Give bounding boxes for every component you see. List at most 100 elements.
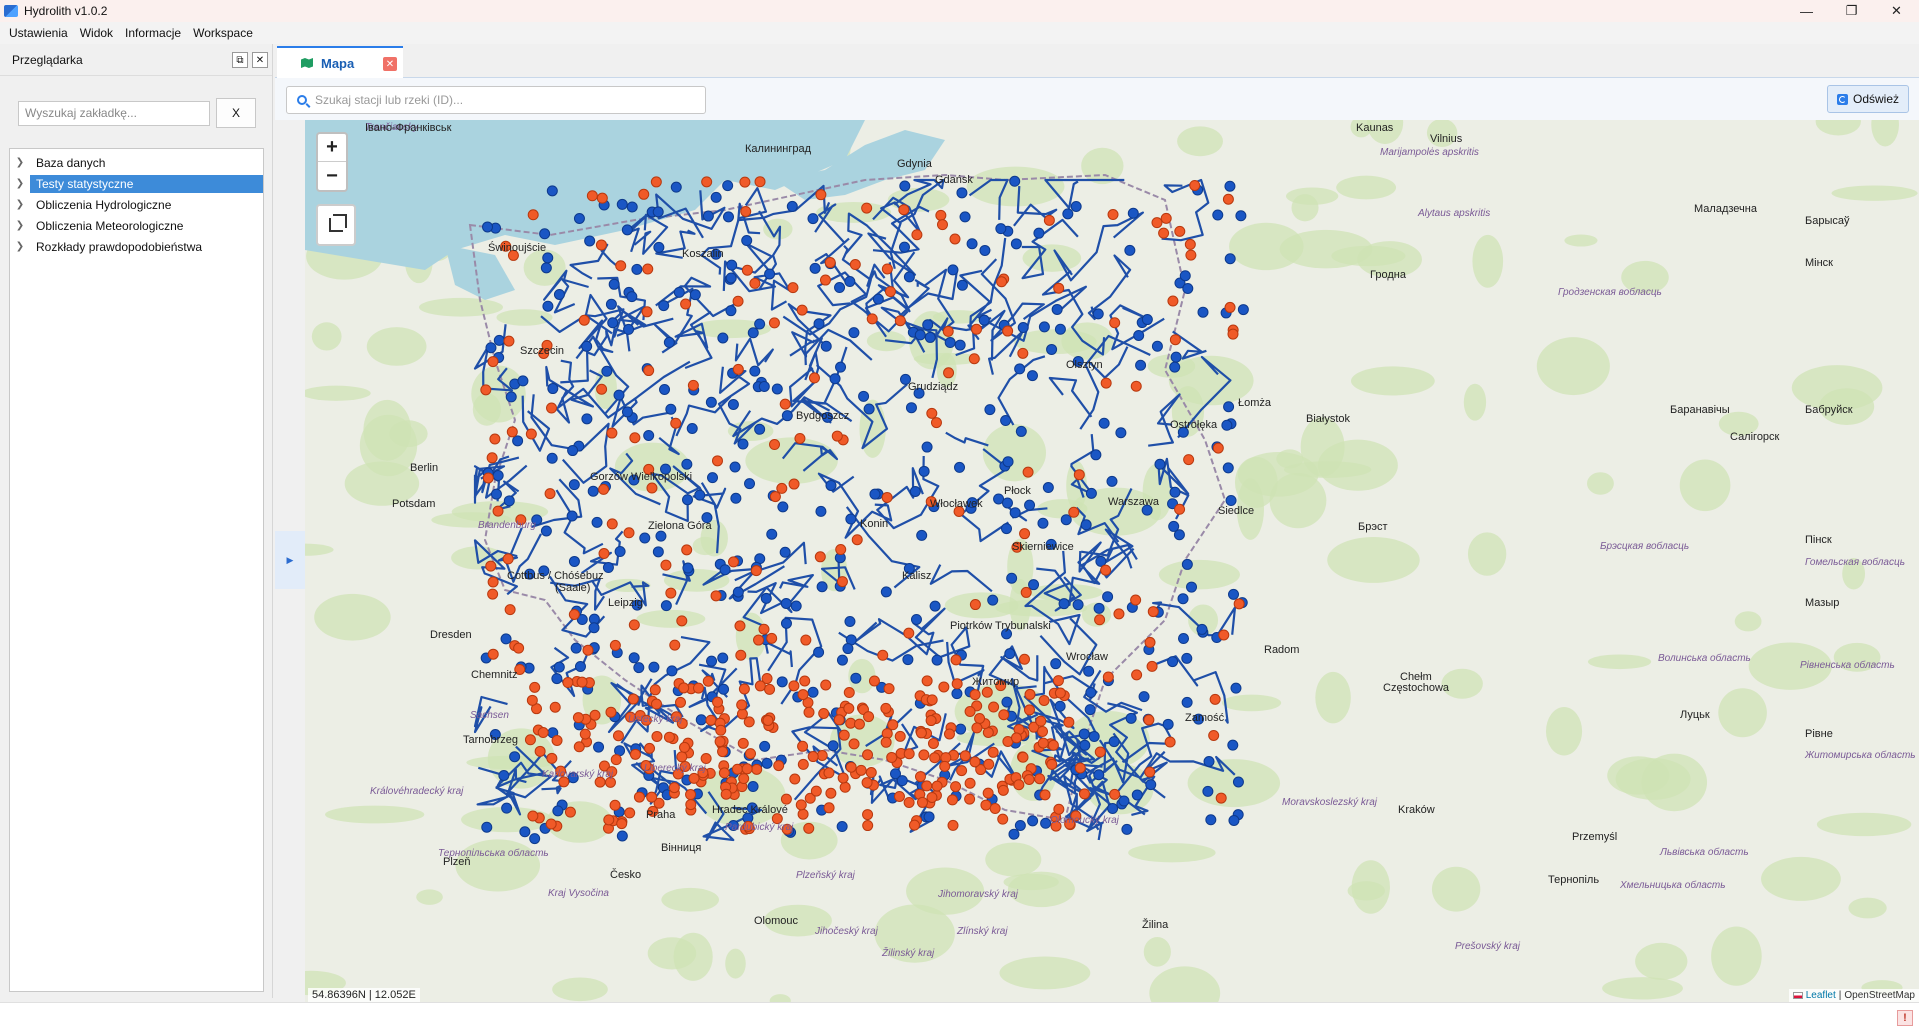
station-marker-orange xyxy=(737,737,749,749)
station-marker-blue xyxy=(1154,458,1166,470)
station-marker-orange xyxy=(676,751,688,763)
forest-patch xyxy=(1734,611,1762,632)
zoom-in-button[interactable]: + xyxy=(318,134,346,162)
chevron-right-icon[interactable]: ❯ xyxy=(10,241,30,252)
menu-ustawienia[interactable]: Ustawienia xyxy=(3,26,74,40)
station-marker-blue xyxy=(1151,340,1163,352)
station-marker-blue xyxy=(1225,495,1237,507)
station-marker-blue xyxy=(809,262,821,274)
leaflet-link[interactable]: Leaflet xyxy=(1806,990,1836,1001)
tab-close-icon[interactable]: ✕ xyxy=(383,57,397,71)
refresh-label: Odśwież xyxy=(1852,92,1899,106)
station-marker-orange xyxy=(908,819,920,831)
station-search-input[interactable] xyxy=(315,93,695,107)
station-marker-orange xyxy=(795,799,807,811)
forest-patch xyxy=(1761,856,1841,901)
close-window-button[interactable]: ✕ xyxy=(1874,0,1919,22)
station-marker-orange xyxy=(1227,328,1239,340)
forest-patch xyxy=(1279,229,1373,269)
station-marker-orange xyxy=(818,707,830,719)
clear-search-button[interactable]: X xyxy=(216,98,256,128)
station-marker-orange xyxy=(668,782,680,794)
station-marker-orange xyxy=(1158,227,1170,239)
station-marker-orange xyxy=(680,298,692,310)
panel-restore-icon[interactable]: ⧉ xyxy=(232,52,248,68)
bookmark-search-input[interactable] xyxy=(18,100,210,126)
menu-workspace[interactable]: Workspace xyxy=(187,26,259,40)
map-label-region: Sachsen xyxy=(470,709,509,721)
station-marker-blue xyxy=(665,403,677,415)
map-label-region: Plzeňský kraj xyxy=(796,869,855,881)
station-marker-orange xyxy=(738,773,750,785)
layer-control-button[interactable] xyxy=(316,204,356,246)
station-marker-orange xyxy=(735,649,747,661)
maximize-button[interactable]: ❐ xyxy=(1829,0,1874,22)
chevron-right-icon[interactable]: ❯ xyxy=(10,178,30,189)
station-marker-orange xyxy=(803,706,815,718)
station-marker-blue xyxy=(722,211,734,223)
map-view[interactable]: Kaunas Vilnius Калининград Gdynia Gdańsk Mari… xyxy=(305,120,1919,1002)
alert-icon[interactable]: ! xyxy=(1897,1010,1913,1026)
tree-item-rozklady-prawdopodobienstwa[interactable]: ❯ Rozkłady prawdopodobieństwa xyxy=(10,236,263,257)
chevron-right-icon[interactable]: ❯ xyxy=(10,157,30,168)
station-marker-blue xyxy=(547,383,559,395)
tree-item-testy-statystyczne[interactable]: ❯ Testy statystyczne xyxy=(10,173,263,194)
station-marker-blue xyxy=(836,821,848,833)
station-marker-orange xyxy=(803,822,815,834)
map-label-city: Tarnobrzeg xyxy=(463,733,519,746)
station-marker-orange xyxy=(1037,725,1049,737)
station-marker-blue xyxy=(718,683,730,695)
station-marker-orange xyxy=(1224,301,1236,313)
station-marker-blue xyxy=(761,757,773,769)
station-marker-blue xyxy=(754,318,766,330)
station-marker-orange xyxy=(732,295,744,307)
station-marker-blue xyxy=(584,235,596,247)
map-label-city: Olsztyn xyxy=(1066,359,1103,372)
station-marker-orange xyxy=(947,819,959,831)
forest-patch xyxy=(636,609,706,628)
station-marker-blue xyxy=(956,279,968,291)
station-marker-blue xyxy=(914,329,926,341)
station-marker-blue xyxy=(807,686,819,698)
station-marker-blue xyxy=(540,262,552,274)
tree-item-obliczenia-meteorologiczne[interactable]: ❯ Obliczenia Meteorologiczne xyxy=(10,215,263,236)
station-marker-blue xyxy=(552,805,564,817)
tree-item-baza-danych[interactable]: ❯ Baza danych xyxy=(10,152,263,173)
station-marker-blue xyxy=(482,221,494,233)
station-marker-orange xyxy=(762,714,774,726)
map-canvas[interactable] xyxy=(305,120,1919,1002)
station-marker-orange xyxy=(678,682,690,694)
map-label-region: Pardubický kraj xyxy=(725,822,794,833)
tree-item-label: Obliczenia Hydrologiczne xyxy=(36,197,172,212)
minimize-button[interactable]: — xyxy=(1784,0,1829,22)
station-marker-orange xyxy=(819,274,831,286)
chevron-right-icon[interactable]: ❯ xyxy=(10,220,30,231)
station-marker-orange xyxy=(1017,751,1029,763)
station-marker-blue xyxy=(1170,351,1182,363)
tree-item-obliczenia-hydrologiczne[interactable]: ❯ Obliczenia Hydrologiczne xyxy=(10,194,263,215)
station-marker-blue xyxy=(1042,482,1054,494)
station-marker-orange xyxy=(568,608,580,620)
menu-widok[interactable]: Widok xyxy=(74,26,119,40)
refresh-button[interactable]: Odśwież xyxy=(1827,85,1909,113)
zoom-out-button[interactable]: − xyxy=(318,162,346,190)
station-marker-orange xyxy=(815,189,827,201)
station-marker-blue xyxy=(984,404,996,416)
tab-mapa[interactable]: Mapa ✕ xyxy=(277,46,403,78)
chevron-right-icon[interactable]: ❯ xyxy=(10,199,30,210)
station-marker-blue xyxy=(931,654,943,666)
map-label-city: Dresden xyxy=(430,629,472,642)
station-marker-orange xyxy=(971,722,983,734)
station-marker-orange xyxy=(816,750,828,762)
menu-informacje[interactable]: Informacje xyxy=(119,26,187,40)
station-marker-blue xyxy=(899,180,911,192)
triangle-right-icon: ▶ xyxy=(286,554,294,565)
map-label-city: Тернопіль xyxy=(1548,874,1600,887)
station-marker-orange xyxy=(544,488,556,500)
forest-patch xyxy=(1587,654,1652,670)
station-marker-orange xyxy=(964,705,976,717)
collapse-panel-button[interactable]: ▶ xyxy=(275,531,305,589)
station-marker-orange xyxy=(982,787,994,799)
panel-close-icon[interactable]: ✕ xyxy=(252,52,268,68)
station-marker-blue xyxy=(842,643,854,655)
